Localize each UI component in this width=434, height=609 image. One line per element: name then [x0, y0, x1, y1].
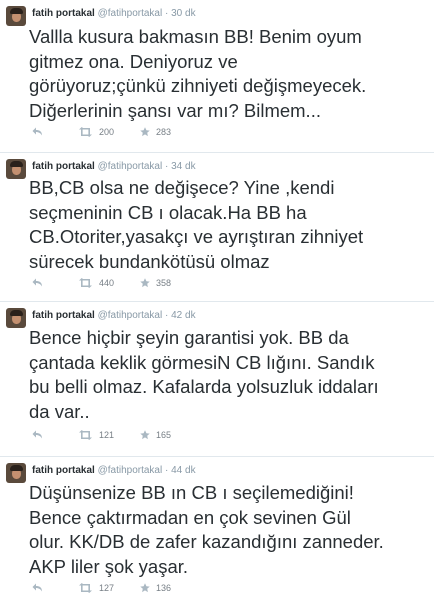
- timestamp[interactable]: 42 dk: [171, 310, 195, 321]
- tweet-text-line: bu belli olmaz. Kafalarda yolsuzluk idda…: [29, 376, 379, 397]
- tweet-text-line: BB,CB olsa ne değişece? Yine ,kendi: [29, 177, 335, 198]
- tweet-header: fatih portakal @fatihportakal · 34 dk: [32, 161, 196, 173]
- tweet-card[interactable]: fatih portakal @fatihportakal · 42 dk Be…: [0, 302, 434, 457]
- retweet-button[interactable]: 440: [78, 278, 114, 288]
- retweet-count: 121: [99, 430, 115, 440]
- retweet-button[interactable]: 200: [78, 127, 114, 137]
- tweet-text-line: sürecek bundankötüsü olmaz: [29, 250, 270, 272]
- reply-button[interactable]: [32, 127, 43, 136]
- author-name[interactable]: fatih portakal: [32, 161, 95, 172]
- tweet-card[interactable]: fatih portakal @fatihportakal · 30 dk Va…: [0, 0, 434, 153]
- reply-icon: [32, 278, 42, 287]
- tweet-text-line: görüyoruz;çünkü zihniyeti değişmeyecek.: [29, 75, 367, 96]
- reply-icon: [32, 430, 42, 439]
- avatar[interactable]: [6, 308, 26, 328]
- author-handle[interactable]: @fatihportakal: [98, 310, 163, 321]
- reply-button[interactable]: [32, 430, 43, 439]
- author-handle[interactable]: @fatihportakal: [98, 465, 163, 476]
- author-handle[interactable]: @fatihportakal: [98, 161, 163, 172]
- tweet-header: fatih portakal @fatihportakal · 30 dk: [32, 8, 196, 20]
- tweet-text-line: Bence hiçbir şeyin garantisi yok. BB da: [29, 327, 349, 348]
- timestamp[interactable]: 34 dk: [171, 161, 195, 172]
- tweet-header: fatih portakal @fatihportakal · 42 dk: [32, 310, 196, 322]
- tweet-text-line: AKP liler şok yaşar.: [29, 555, 189, 577]
- tweet-text-line: da var..: [29, 400, 90, 422]
- reply-icon: [32, 583, 42, 592]
- avatar[interactable]: [6, 6, 26, 26]
- author-name[interactable]: fatih portakal: [32, 8, 95, 19]
- separator: ·: [165, 465, 169, 476]
- reply-icon: [32, 127, 42, 136]
- retweet-icon: [79, 430, 92, 440]
- tweet-text-line: seçmeninin CB ı olacak.Ha BB ha: [29, 201, 307, 223]
- reply-button[interactable]: [32, 278, 43, 287]
- retweet-count: 200: [99, 127, 115, 137]
- timestamp[interactable]: 30 dk: [171, 8, 195, 19]
- tweet-text-line: CB.Otoriter,yasakçı ve ayrıştıran zihniy…: [29, 226, 364, 247]
- tweet-text: Bence hiçbir şeyin garantisi yok. BB da …: [29, 326, 426, 424]
- reply-button[interactable]: [32, 583, 43, 592]
- tweet-text-line: Vallla kusura bakmasın BB! Benim oyum: [29, 26, 362, 47]
- author-name[interactable]: fatih portakal: [32, 465, 95, 476]
- tweet-card[interactable]: fatih portakal @fatihportakal · 44 dk Dü…: [0, 457, 434, 609]
- retweet-button[interactable]: 121: [78, 430, 114, 440]
- avatar[interactable]: [6, 463, 26, 483]
- favorite-count: 358: [156, 278, 172, 288]
- timestamp[interactable]: 44 dk: [171, 465, 195, 476]
- author-name[interactable]: fatih portakal: [32, 310, 95, 321]
- star-icon: [140, 430, 150, 440]
- favorite-count: 165: [156, 430, 172, 440]
- author-handle[interactable]: @fatihportakal: [98, 8, 163, 19]
- favorite-button[interactable]: 136: [140, 583, 171, 593]
- retweet-button[interactable]: 127: [78, 583, 114, 593]
- tweet-text: Vallla kusura bakmasın BB! Benim oyum gi…: [29, 25, 426, 123]
- favorite-button[interactable]: 283: [140, 127, 171, 137]
- tweet-text-line: Bence çaktırmadan en çok sevinen Gül: [29, 506, 351, 528]
- tweet-text-line: olur. KK/DB de zafer kazandığını zannede…: [29, 531, 384, 552]
- avatar[interactable]: [6, 159, 26, 179]
- favorite-button[interactable]: 358: [140, 278, 171, 288]
- favorite-count: 136: [156, 583, 172, 593]
- retweet-icon: [79, 278, 92, 288]
- favorite-button[interactable]: 165: [140, 430, 171, 440]
- tweet-text-line: çantada keklik görmesiN CB lığını. Sandı…: [29, 351, 375, 373]
- retweet-icon: [79, 583, 92, 593]
- tweet-header: fatih portakal @fatihportakal · 44 dk: [32, 465, 196, 477]
- star-icon: [140, 127, 150, 137]
- tweet-timeline: fatih portakal @fatihportakal · 30 dk Va…: [0, 0, 434, 609]
- tweet-text-line: Düşünsenize BB ın CB ı seçilemediğini!: [29, 482, 354, 503]
- star-icon: [140, 583, 150, 593]
- star-icon: [140, 278, 150, 288]
- favorite-count: 283: [156, 127, 172, 137]
- retweet-count: 127: [99, 583, 115, 593]
- separator: ·: [165, 310, 169, 321]
- separator: ·: [165, 161, 169, 172]
- tweet-text-line: Diğerlerinin şansı var mı? Bilmem...: [29, 99, 321, 121]
- separator: ·: [165, 8, 169, 19]
- retweet-icon: [79, 127, 92, 137]
- tweet-text-line: gitmez ona. Deniyoruz ve: [29, 50, 238, 72]
- retweet-count: 440: [99, 278, 115, 288]
- tweet-card[interactable]: fatih portakal @fatihportakal · 34 dk BB…: [0, 153, 434, 302]
- tweet-text: Düşünsenize BB ın CB ı seçilemediğini! B…: [29, 481, 426, 579]
- tweet-text: BB,CB olsa ne değişece? Yine ,kendi seçm…: [29, 176, 426, 274]
